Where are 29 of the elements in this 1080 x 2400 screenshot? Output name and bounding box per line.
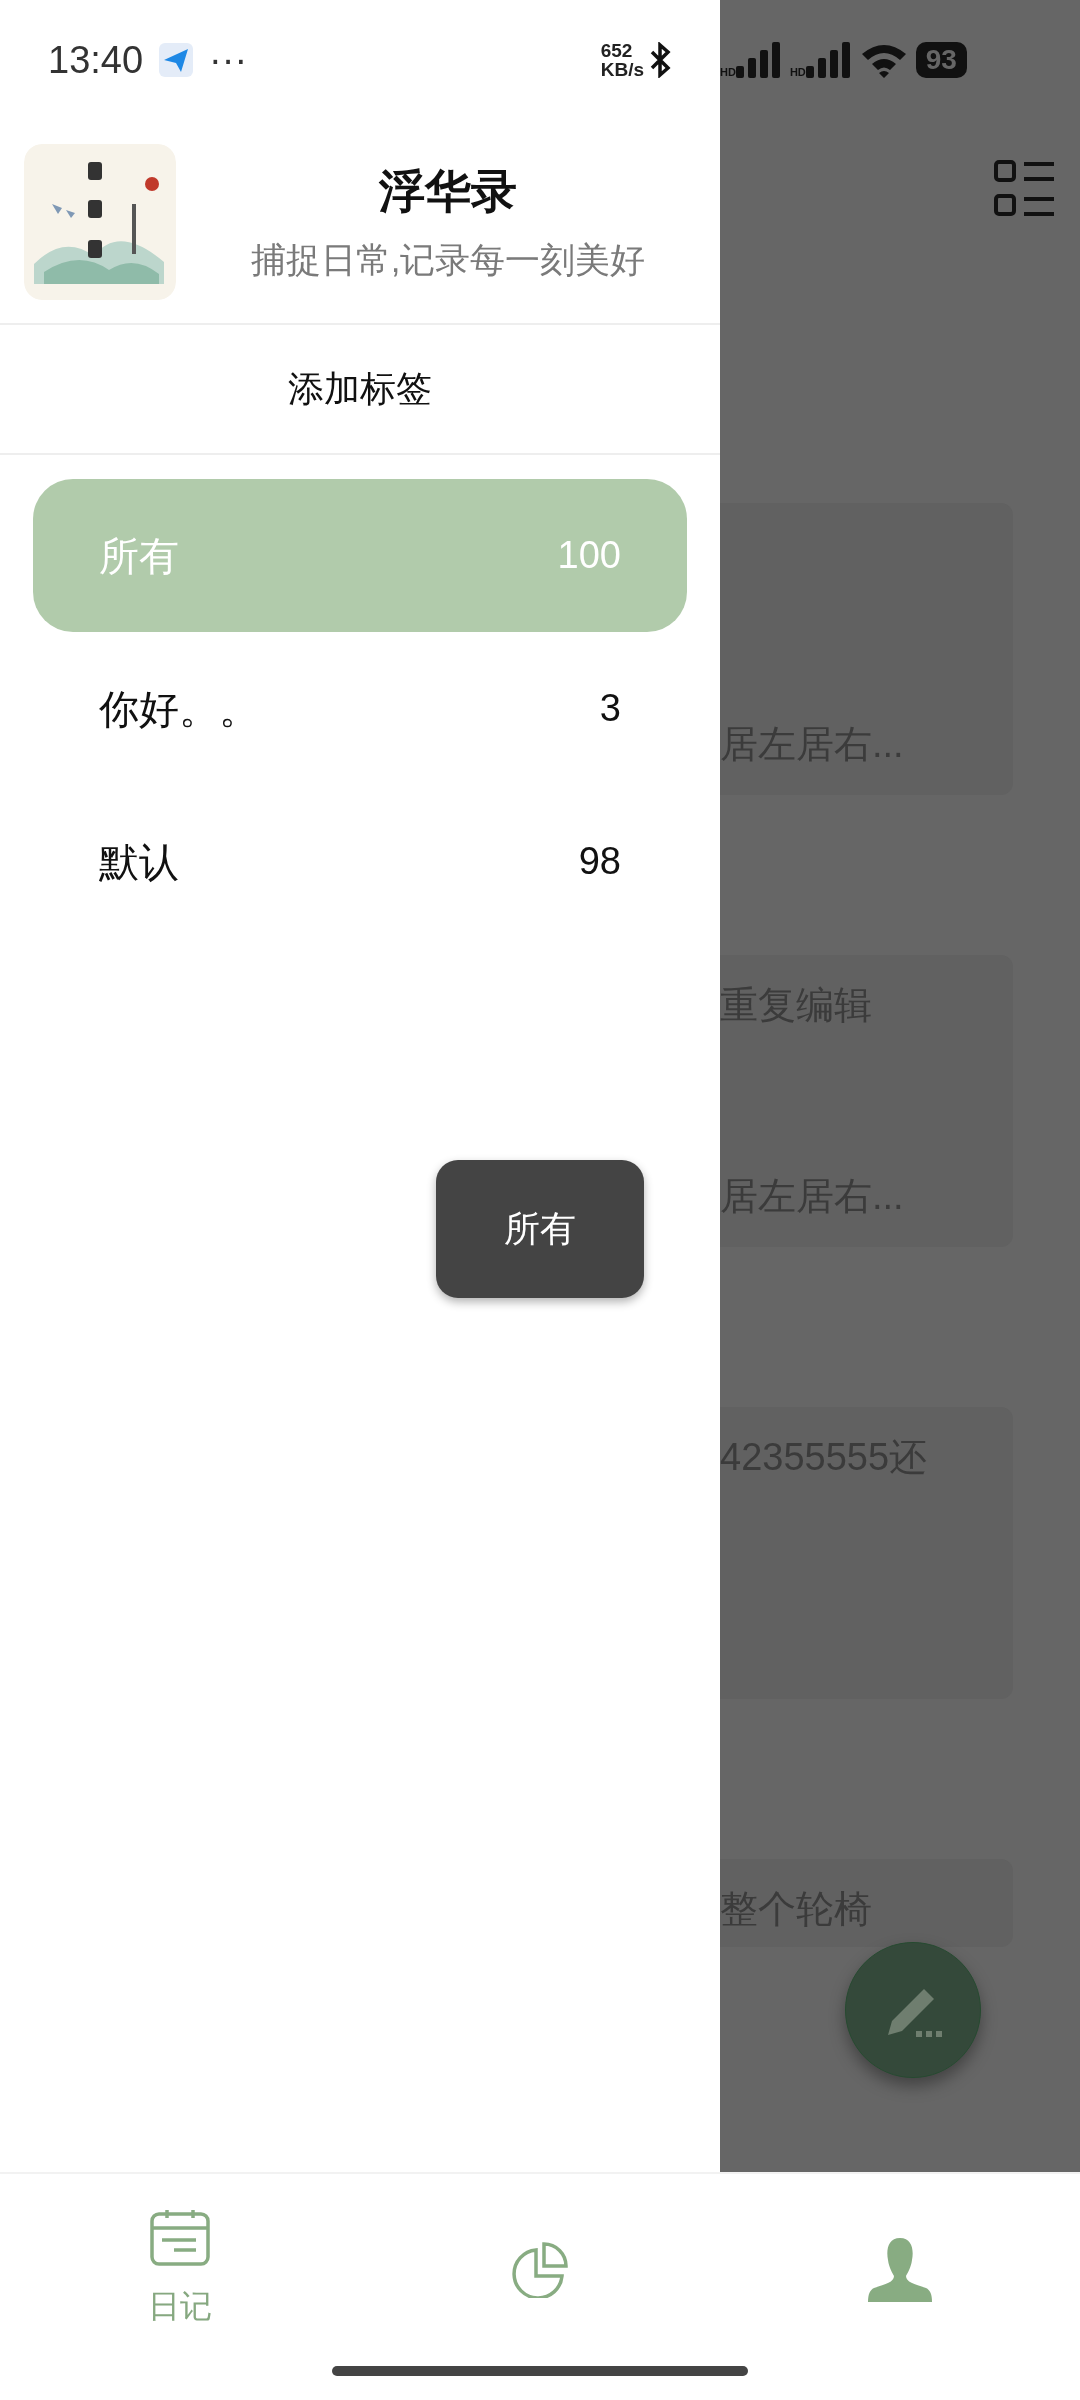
tag-count: 98: [578, 839, 621, 884]
person-icon[interactable]: [866, 2236, 934, 2304]
tag-item[interactable]: 所有 100: [33, 479, 687, 632]
tag-item[interactable]: 默认 98: [33, 785, 687, 938]
app-title: 浮华录: [379, 163, 517, 219]
net-speed-text: 652: [600, 41, 633, 60]
tag-item[interactable]: 你好。。 3: [33, 632, 687, 785]
nav-label[interactable]: 日记: [148, 2282, 212, 2330]
add-tag-link[interactable]: 添加标签: [288, 362, 432, 416]
tag-count: 100: [557, 533, 621, 578]
toast-message: 所有: [436, 1160, 644, 1298]
list-view-icon[interactable]: [994, 160, 1056, 218]
tag-name: 你好。。: [99, 685, 259, 733]
paper-plane-icon: [159, 43, 194, 77]
net-unit-text: KB/s: [600, 60, 644, 79]
battery-level: 93: [915, 42, 967, 78]
tag-name: 所有: [99, 532, 179, 580]
more-text: ···: [209, 37, 248, 83]
time-text: 13:40: [48, 37, 144, 83]
signal-icon: [735, 42, 782, 78]
bluetooth-icon: [648, 42, 672, 78]
hd-label: HD: [789, 67, 806, 78]
calendar-icon[interactable]: [150, 2210, 210, 2266]
tag-count: 3: [599, 686, 621, 731]
slogan-text: 捕捉日常,记录每一刻美好: [250, 238, 646, 281]
signal-icon: [805, 42, 852, 78]
tag-name: 默认: [99, 838, 179, 886]
pie-chart-icon[interactable]: [512, 2242, 568, 2298]
hd-label: HD: [720, 67, 736, 78]
